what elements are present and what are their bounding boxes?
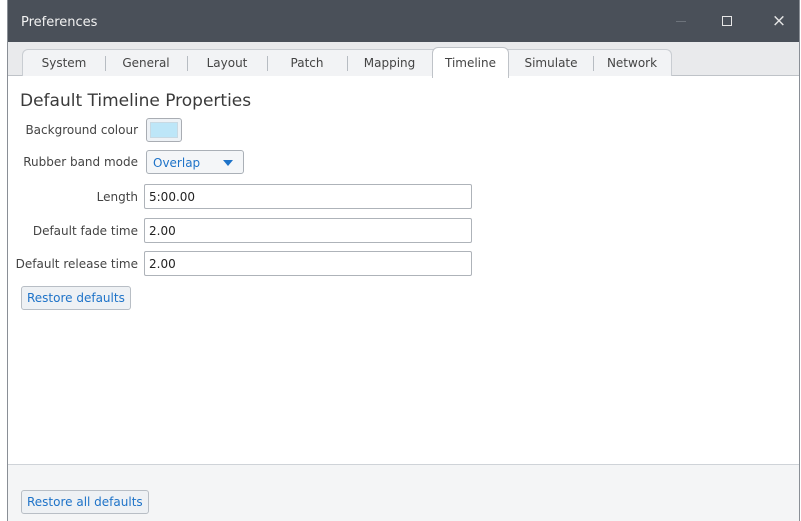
tab-timeline[interactable]: Timeline (432, 47, 509, 78)
minimize-icon (676, 20, 686, 22)
section-title: Default Timeline Properties (20, 91, 252, 111)
close-button[interactable]: × (756, 0, 801, 42)
fade-time-input[interactable] (144, 218, 472, 243)
footer: Restore all defaults (8, 464, 799, 521)
tab-mapping[interactable]: Mapping (347, 50, 432, 76)
tab-strip: System General Layout Patch Mapping Time… (22, 47, 672, 78)
close-icon: × (771, 10, 787, 31)
window-title: Preferences (21, 15, 98, 30)
release-time-label: Default release time (15, 257, 138, 271)
tab-patch[interactable]: Patch (267, 50, 347, 76)
chevron-down-icon (223, 160, 233, 166)
tab-network[interactable]: Network (593, 50, 671, 76)
minimize-button[interactable] (658, 0, 704, 42)
tab-general[interactable]: General (105, 50, 187, 76)
maximize-button[interactable] (704, 0, 750, 42)
tab-bar: System General Layout Patch Mapping Time… (8, 42, 799, 78)
timeline-settings-panel: Default Timeline Properties Background c… (8, 76, 799, 464)
fade-time-label: Default fade time (32, 224, 138, 238)
rubber-band-mode-label: Rubber band mode (23, 155, 138, 169)
tab-system[interactable]: System (23, 50, 105, 76)
length-label: Length (96, 190, 138, 204)
rubber-band-mode-dropdown[interactable]: Overlap (146, 150, 244, 174)
restore-all-defaults-button[interactable]: Restore all defaults (21, 490, 149, 514)
restore-defaults-button[interactable]: Restore defaults (21, 286, 131, 310)
background-colour-label: Background colour (25, 123, 138, 137)
maximize-icon (722, 16, 732, 26)
rubber-band-mode-value: Overlap (153, 156, 201, 170)
background-colour-fill (150, 122, 178, 138)
title-bar[interactable]: Preferences × (8, 0, 799, 42)
release-time-input[interactable] (144, 251, 472, 276)
tab-layout[interactable]: Layout (187, 50, 267, 76)
length-input[interactable] (144, 184, 472, 209)
preferences-window: Preferences × System General Layout Patc… (7, 0, 800, 521)
tab-simulate[interactable]: Simulate (509, 50, 593, 76)
background-colour-swatch[interactable] (146, 118, 182, 142)
